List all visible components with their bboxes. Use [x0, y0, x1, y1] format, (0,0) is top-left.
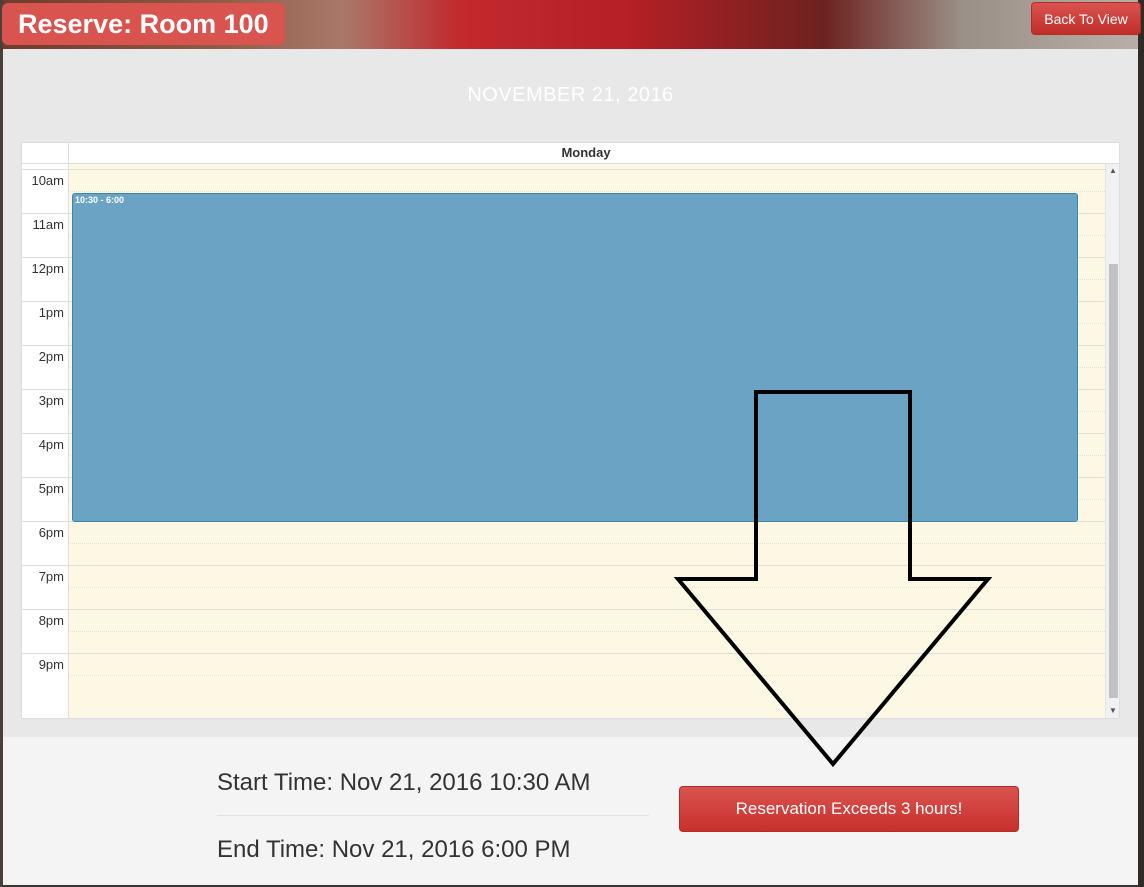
down-arrow-icon: [673, 390, 993, 768]
